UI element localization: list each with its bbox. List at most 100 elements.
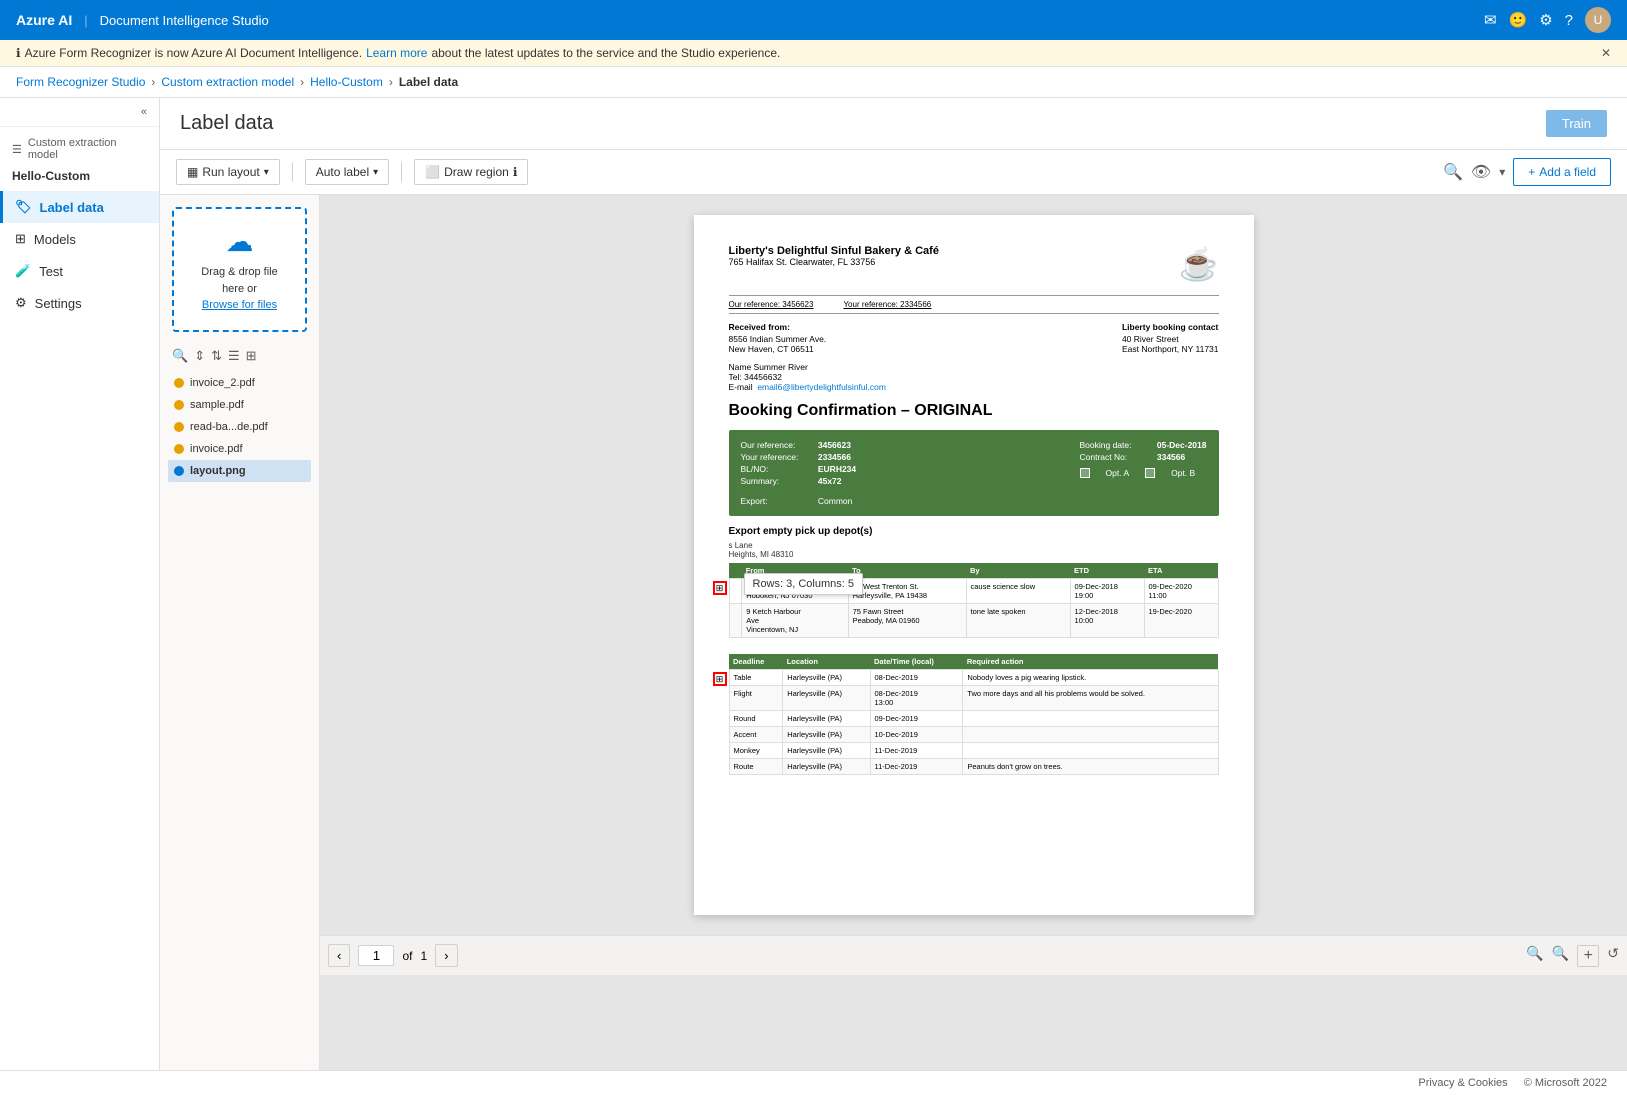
tooltip: Rows: 3, Columns: 5: [744, 573, 863, 595]
file-sort-icon[interactable]: ⇕: [194, 348, 205, 364]
zoom-reset-icon[interactable]: ↺: [1607, 945, 1619, 967]
file-status-dot: [174, 444, 184, 454]
zoom-fit-icon[interactable]: +: [1577, 945, 1599, 967]
eye-icon[interactable]: 👁: [1471, 162, 1491, 182]
th-eta: ETA: [1144, 563, 1218, 579]
draw-region-button[interactable]: ⬜ Draw region ℹ: [414, 159, 528, 185]
draw-region-info-icon: ℹ: [513, 165, 518, 179]
contact-addr1: 40 River Street: [1122, 334, 1219, 344]
table1-icon[interactable]: ⊞: [713, 581, 727, 595]
file-item-active[interactable]: layout.png: [168, 460, 311, 482]
table2: Deadline Location Date/Time (local) Requ…: [729, 654, 1219, 775]
file-status-dot: [174, 378, 184, 388]
booking-date-label: Booking date:: [1080, 440, 1155, 450]
toolbar-right: 🔍 👁 ▾ + Add a field: [1443, 158, 1611, 186]
notification-close[interactable]: ✕: [1601, 46, 1611, 60]
zoom-controls: 🔍 🔍 + ↺: [1526, 945, 1619, 967]
table-row: Flight Harleysville (PA) 08-Dec-201913:0…: [729, 686, 1218, 711]
add-field-label: Add a field: [1539, 165, 1596, 179]
zoom-in-icon[interactable]: 🔍: [1552, 945, 1569, 967]
mail-icon[interactable]: ✉: [1484, 11, 1497, 29]
td2-deadline: Flight: [729, 686, 783, 711]
search-icon[interactable]: 🔍: [1443, 162, 1463, 182]
file-grid-icon[interactable]: ⊞: [246, 348, 257, 364]
next-page-button[interactable]: ›: [435, 944, 457, 967]
td-empty: [729, 579, 742, 604]
file-status-dot: [174, 400, 184, 410]
file-item[interactable]: invoice.pdf: [168, 438, 311, 460]
td-from2: 9 Ketch HarbourAveVincentown, NJ: [742, 604, 848, 638]
table2-icon[interactable]: ⊞: [713, 672, 727, 686]
help-icon[interactable]: ?: [1565, 12, 1573, 29]
menu-icon: ☰: [12, 143, 22, 156]
th-etd: ETD: [1070, 563, 1144, 579]
page-input[interactable]: [358, 945, 394, 966]
depot-title: Export empty pick up depot(s): [729, 526, 1219, 537]
your-ref-value: 2334566: [818, 452, 851, 462]
th2-datetime: Date/Time (local): [870, 654, 963, 670]
add-field-plus: +: [1528, 165, 1535, 179]
avatar[interactable]: U: [1585, 7, 1611, 33]
breadcrumb-custom-model[interactable]: Custom extraction model: [161, 75, 294, 89]
contact-addr2: East Northport, NY 11731: [1122, 344, 1219, 354]
upload-zone[interactable]: ☁ Drag & drop filehere or Browse for fil…: [172, 207, 307, 332]
td2-loc: Harleysville (PA): [783, 670, 870, 686]
auto-label-label: Auto label: [316, 165, 369, 179]
td2-dt: 08-Dec-201913:00: [870, 686, 963, 711]
breadcrumb-hello-custom[interactable]: Hello-Custom: [310, 75, 383, 89]
email-link[interactable]: email6@libertydelightfulsinful.com: [757, 382, 886, 392]
zoom-out-icon[interactable]: 🔍: [1526, 945, 1543, 967]
breadcrumb-form-recognizer[interactable]: Form Recognizer Studio: [16, 75, 145, 89]
notification-bar: ℹ Azure Form Recognizer is now Azure AI …: [0, 40, 1627, 67]
privacy-link[interactable]: Privacy & Cookies: [1418, 1077, 1507, 1089]
learn-more-link[interactable]: Learn more: [366, 46, 427, 60]
models-icon: ⊞: [15, 231, 26, 247]
file-item[interactable]: invoice_2.pdf: [168, 372, 311, 394]
ref-line: Our reference: 3456623 Your reference: 2…: [729, 295, 1219, 314]
toolbar-sep-2: [401, 162, 402, 182]
doc-company-header: Liberty's Delightful Sinful Bakery & Caf…: [729, 245, 1219, 283]
table2-container: ⊞ Deadline Location Date/Time (local) Re…: [729, 654, 1219, 775]
td2-loc: Harleysville (PA): [783, 686, 870, 711]
run-layout-label: Run layout: [202, 165, 259, 179]
file-item[interactable]: sample.pdf: [168, 394, 311, 416]
sidebar: « ☰ Custom extraction model Hello-Custom…: [0, 98, 160, 1070]
our-ref-field: Our reference: 3456623: [741, 440, 857, 450]
browse-link[interactable]: Browse for files: [202, 299, 277, 311]
sidebar-item-test[interactable]: 🧪 Test: [0, 255, 159, 287]
file-search-icon[interactable]: 🔍: [172, 348, 188, 364]
document-page: Liberty's Delightful Sinful Bakery & Caf…: [694, 215, 1254, 915]
emoji-icon[interactable]: 🙂: [1509, 11, 1528, 29]
eye-chevron[interactable]: ▾: [1499, 165, 1505, 179]
sidebar-item-settings[interactable]: ⚙ Settings: [0, 287, 159, 319]
td2-dt: 11-Dec-2019: [870, 759, 963, 775]
blno-value: EURH234: [818, 464, 856, 474]
toolbar: ▦ Run layout ▾ Auto label ▾ ⬜ Draw regio…: [160, 150, 1627, 195]
th-by: By: [966, 563, 1070, 579]
sidebar-toggle[interactable]: «: [0, 98, 159, 127]
page-header: Label data Train: [160, 98, 1627, 150]
td2-action: [963, 711, 1218, 727]
file-filter-icon[interactable]: ⇅: [211, 348, 222, 364]
upload-cloud-icon: ☁: [186, 225, 293, 258]
draw-region-icon: ⬜: [425, 165, 440, 179]
run-layout-button[interactable]: ▦ Run layout ▾: [176, 159, 280, 185]
file-list-icon[interactable]: ☰: [228, 348, 240, 364]
td-by2: tone late spoken: [966, 604, 1070, 638]
settings-icon[interactable]: ⚙: [1539, 11, 1552, 29]
add-field-button[interactable]: + Add a field: [1513, 158, 1611, 186]
sidebar-item-models[interactable]: ⊞ Models: [0, 223, 159, 255]
file-tools: 🔍 ⇕ ⇅ ☰ ⊞: [160, 344, 319, 368]
address-section: Received from: 8556 Indian Summer Ave. N…: [729, 322, 1219, 354]
label-data-text: Label data: [40, 200, 104, 215]
td2-dt: 08-Dec-2019: [870, 670, 963, 686]
sidebar-item-label-data[interactable]: 🏷 Label data: [0, 191, 159, 223]
auto-label-button[interactable]: Auto label ▾: [305, 159, 389, 185]
file-item[interactable]: read-ba...de.pdf: [168, 416, 311, 438]
sep1: ›: [151, 75, 155, 89]
prev-page-button[interactable]: ‹: [328, 944, 350, 967]
breadcrumb: Form Recognizer Studio › Custom extracti…: [0, 67, 1627, 98]
from-section: Received from: 8556 Indian Summer Ave. N…: [729, 322, 827, 354]
train-button[interactable]: Train: [1546, 110, 1607, 137]
file-name: layout.png: [190, 465, 246, 477]
